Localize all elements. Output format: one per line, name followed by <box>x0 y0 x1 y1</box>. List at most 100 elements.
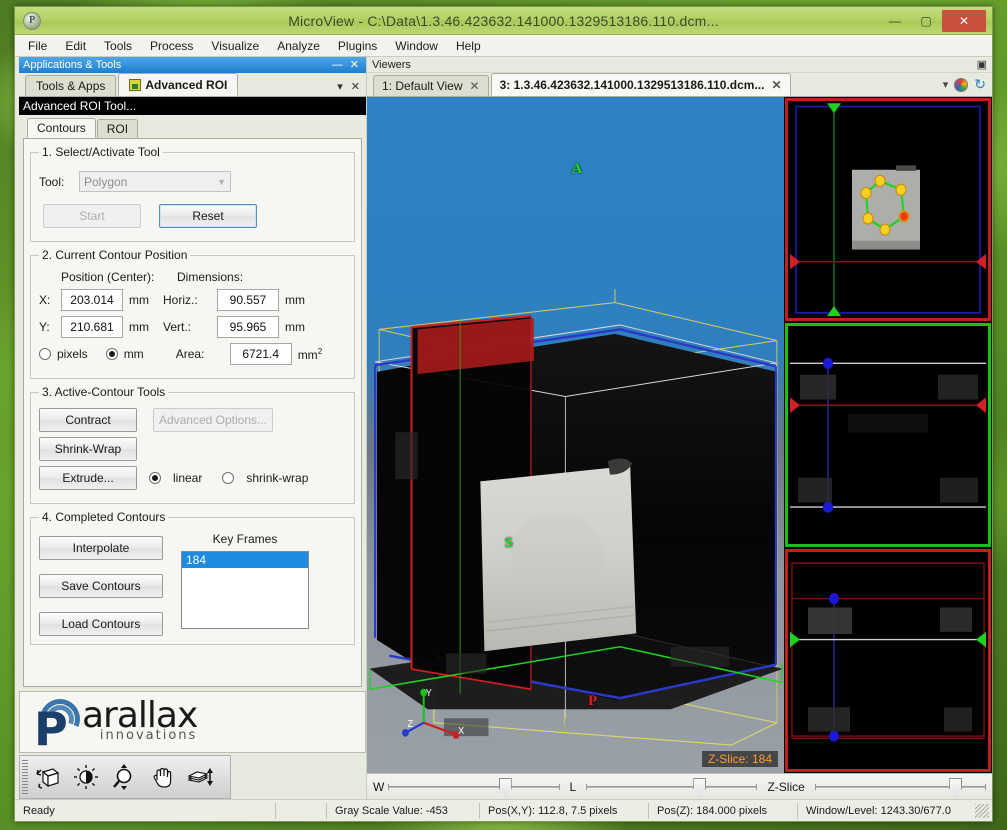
tab-default-view[interactable]: 1: Default View ✕ <box>373 75 489 96</box>
view-3d-volume[interactable]: Y X Z A S P Z-Slice: 184 <box>367 97 784 773</box>
viewer-sliders: W L Z-Slice <box>367 773 992 799</box>
y-value-field[interactable]: 210.681 <box>61 316 123 338</box>
viewers-header: Viewers ▣ <box>367 57 992 73</box>
viewer-menu-icon[interactable]: ▾ <box>943 78 949 91</box>
slider-zslice-label: Z-Slice <box>767 779 805 794</box>
parallax-logo-area: P arallax innovations <box>19 691 366 753</box>
contract-button[interactable]: Contract <box>39 408 137 432</box>
tab-dicom-view[interactable]: 3: 1.3.46.423632.141000.1329513186.110.d… <box>490 73 791 96</box>
coronal-view[interactable] <box>785 323 991 547</box>
tool-select[interactable]: Polygon ▼ <box>79 171 231 192</box>
brightness-contrast-icon[interactable] <box>68 759 104 795</box>
view-tools-toolbar <box>19 755 231 799</box>
tabstrip-close-icon[interactable]: ✕ <box>351 80 360 93</box>
tab-contours[interactable]: Contours <box>27 118 96 138</box>
chevron-down-icon: ▼ <box>217 176 226 187</box>
extrude-button[interactable]: Extrude... <box>39 466 137 490</box>
sagittal-view[interactable] <box>785 548 991 772</box>
dimensions-label: Dimensions: <box>177 270 244 284</box>
horiz-unit-label: mm <box>285 293 305 307</box>
close-button[interactable]: ✕ <box>942 9 986 32</box>
logo-tagline: innovations <box>99 728 198 743</box>
axial-view[interactable] <box>785 98 991 322</box>
slider-w-knob[interactable] <box>498 777 512 796</box>
key-frames-list[interactable]: 184 <box>181 551 309 629</box>
viewers-header-title: Viewers <box>372 58 411 71</box>
slider-l-knob[interactable] <box>693 777 707 796</box>
mm-radio[interactable] <box>105 348 118 360</box>
area-label: Area: <box>175 347 205 361</box>
menu-bar: File Edit Tools Process Visualize Analyz… <box>15 35 992 57</box>
x-value-field[interactable]: 203.014 <box>61 289 123 311</box>
slider-zslice-knob[interactable] <box>949 777 963 796</box>
menu-analyze[interactable]: Analyze <box>268 37 329 55</box>
menu-window[interactable]: Window <box>386 37 447 55</box>
microview-icon: P <box>23 11 41 30</box>
dock-minimize-icon[interactable]: — <box>332 59 343 71</box>
menu-plugins[interactable]: Plugins <box>329 37 386 55</box>
reset-button[interactable]: Reset <box>159 204 257 228</box>
dock-close-icon[interactable]: ✕ <box>350 59 359 71</box>
orientation-label-superior: S <box>504 535 513 551</box>
status-gray-scale: Gray Scale Value: -453 <box>335 804 448 817</box>
section3-legend: 3. Active-Contour Tools <box>42 385 166 399</box>
vert-value-field[interactable]: 95.965 <box>217 316 279 338</box>
menu-tools[interactable]: Tools <box>95 37 141 55</box>
shrink-wrap-button[interactable]: Shrink-Wrap <box>39 437 137 461</box>
close-icon[interactable]: ✕ <box>771 78 781 92</box>
logo-letter-p: P <box>34 702 68 756</box>
horiz-value-field[interactable]: 90.557 <box>217 289 279 311</box>
parallax-logo: P arallax innovations <box>33 692 198 752</box>
pan-hand-icon[interactable] <box>144 759 180 795</box>
shrinkwrap-radio[interactable] <box>222 472 235 484</box>
dock-header-title: Applications & Tools <box>23 59 122 71</box>
load-contours-button[interactable]: Load Contours <box>39 612 163 636</box>
refresh-icon[interactable]: ↻ <box>974 76 986 93</box>
close-icon[interactable]: ✕ <box>470 79 480 93</box>
list-item[interactable]: 184 <box>182 552 308 568</box>
tab-tools-apps[interactable]: Tools & Apps <box>25 75 117 96</box>
menu-file[interactable]: File <box>19 37 56 55</box>
tab-advanced-roi-label: Advanced ROI <box>145 77 228 92</box>
slider-l[interactable] <box>586 777 758 796</box>
slice-scroll-icon[interactable] <box>182 759 218 795</box>
rotate-cube-icon[interactable] <box>30 759 66 795</box>
linear-radio[interactable] <box>149 472 161 484</box>
horiz-label: Horiz.: <box>163 293 198 307</box>
status-pos-xy: Pos(X,Y): 112.8, 7.5 pixels <box>488 804 618 817</box>
save-contours-button[interactable]: Save Contours <box>39 574 163 598</box>
minimize-button[interactable]: — <box>880 11 910 31</box>
section-completed-contours: 4. Completed Contours Interpolate Save C… <box>30 510 355 645</box>
tabstrip-menu-icon[interactable]: ▾ <box>337 80 343 93</box>
area-value-field[interactable]: 6721.4 <box>229 343 292 365</box>
interpolate-button[interactable]: Interpolate <box>39 536 163 560</box>
zoom-magnifier-icon[interactable] <box>106 759 142 795</box>
pixels-radio[interactable] <box>39 348 51 360</box>
y-unit-label: mm <box>129 320 149 334</box>
advanced-options-button[interactable]: Advanced Options... <box>153 408 273 432</box>
menu-edit[interactable]: Edit <box>56 37 95 55</box>
slider-zslice[interactable] <box>814 777 987 796</box>
section4-legend: 4. Completed Contours <box>42 510 166 524</box>
toolbar-gripper[interactable] <box>22 760 28 794</box>
tab-roi[interactable]: ROI <box>96 119 139 138</box>
maximize-button[interactable]: ▢ <box>911 11 941 31</box>
section-current-contour-position: 2. Current Contour Position Position (Ce… <box>30 248 355 379</box>
render-area: Y X Z A S P Z-Slice: 184 <box>367 97 992 773</box>
panel-title: Advanced ROI Tool... <box>19 97 366 115</box>
vert-unit-label: mm <box>285 320 305 334</box>
coronal-rendering <box>788 326 988 544</box>
slider-w[interactable] <box>388 777 560 796</box>
color-palette-icon[interactable] <box>954 77 969 92</box>
menu-help[interactable]: Help <box>447 37 490 55</box>
tab-default-view-label: 1: Default View <box>382 79 463 93</box>
viewers-restore-icon[interactable]: ▣ <box>977 58 987 71</box>
resize-grip[interactable] <box>975 803 989 818</box>
menu-process[interactable]: Process <box>141 37 202 55</box>
section-active-contour-tools: 3. Active-Contour Tools Contract Advance… <box>30 385 355 504</box>
tab-advanced-roi[interactable]: Advanced ROI <box>118 73 239 96</box>
advanced-roi-tool-panel: Contours ROI 1. Select/Activate Tool Too… <box>19 115 366 687</box>
start-button[interactable]: Start <box>43 204 141 228</box>
menu-visualize[interactable]: Visualize <box>202 37 268 55</box>
area-unit-label: mm2 <box>297 346 323 362</box>
